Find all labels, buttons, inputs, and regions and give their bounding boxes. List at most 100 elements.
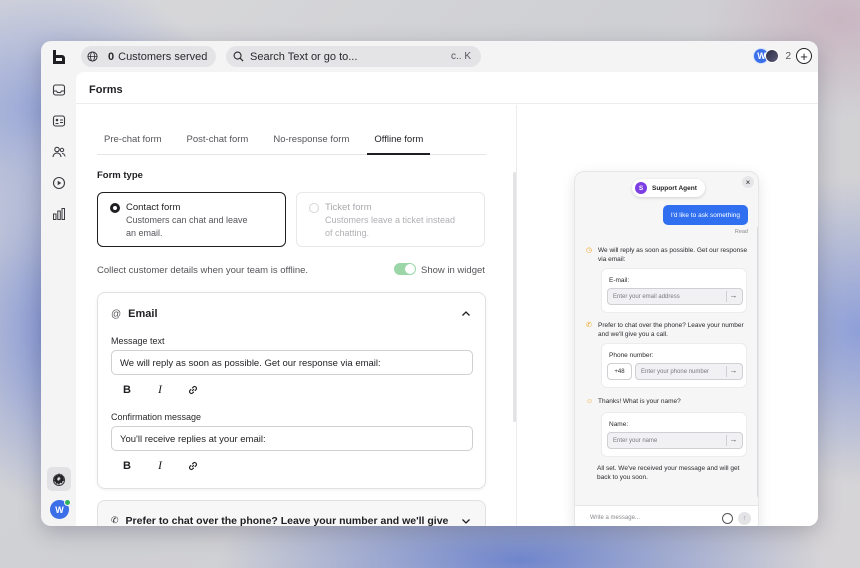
arrow-right-icon[interactable]: →	[726, 435, 740, 446]
add-button[interactable]: +	[796, 48, 812, 64]
read-receipt: Read	[734, 229, 748, 235]
phone-placeholder: Enter your phone number	[641, 369, 710, 375]
ticket-form-desc-1: Customers leave a ticket instead	[325, 215, 456, 225]
customers-served-pill[interactable]: 0 Customers served	[81, 46, 216, 67]
ticket-form-title: Ticket form	[325, 202, 372, 213]
name-label: Name:	[609, 421, 629, 428]
close-icon[interactable]: ×	[742, 176, 754, 188]
link-icon[interactable]	[187, 384, 199, 396]
agent-name: Support Agent	[652, 184, 697, 192]
bot-name-text: Thanks! What is your name?	[598, 398, 681, 405]
chat-widget-preview: S Support Agent × I'd like to ask someth…	[574, 171, 759, 526]
email-label: E-mail:	[609, 277, 630, 284]
message-text-label: Message text	[111, 336, 165, 346]
widget-email-input[interactable]: Enter your email address →	[607, 288, 743, 305]
bot-email-message: ◷ We will reply as soon as possible. Get…	[586, 247, 751, 264]
ticket-form-radio[interactable]	[309, 203, 319, 213]
contact-form-radio[interactable]	[110, 203, 120, 213]
bot-phone-text: Prefer to chat over the phone? Leave you…	[598, 322, 744, 338]
name-capture-card: Name: Enter your name →	[601, 412, 747, 457]
widget-scrollbar[interactable]	[757, 227, 758, 497]
send-button[interactable]: ↑	[738, 512, 751, 525]
email-placeholder: Enter your email address	[613, 294, 680, 300]
tab-no-response-form[interactable]: No-response form	[266, 134, 356, 155]
email-section-header[interactable]: @ Email	[111, 308, 158, 320]
link-icon[interactable]	[187, 460, 199, 472]
email-section-title: Email	[128, 308, 158, 320]
emoji-icon[interactable]	[722, 513, 733, 524]
all-set-message: All set. We've received your message and…	[597, 465, 740, 481]
app-window: 0 Customers served Search Text or go to.…	[41, 41, 818, 526]
arrow-right-icon[interactable]: →	[726, 291, 740, 302]
brand-logo-icon[interactable]	[51, 49, 67, 65]
account-avatar-initial: W	[55, 504, 64, 515]
help-icon[interactable]	[52, 473, 66, 487]
phone-icon: ✆	[111, 515, 119, 525]
chevron-up-icon[interactable]	[461, 309, 471, 319]
served-label: Customers served	[118, 50, 208, 63]
widget-name-input[interactable]: Enter your name →	[607, 432, 743, 449]
message-format-toolbar: B I	[121, 382, 199, 397]
contact-form-desc-2: an email.	[126, 228, 163, 238]
contact-form-desc-1: Customers can chat and leave	[126, 215, 248, 225]
confirmation-message-label: Confirmation message	[111, 412, 202, 422]
country-code-select[interactable]: +48	[607, 363, 632, 380]
tab-offline-form[interactable]: Offline form	[367, 134, 431, 155]
top-bar: 0 Customers served Search Text or go to.…	[41, 41, 818, 72]
widget-phone-input[interactable]: Enter your phone number →	[635, 363, 743, 380]
show-in-widget-toggle[interactable]	[394, 263, 416, 275]
user-message-bubble: I'd like to ask something	[662, 205, 748, 225]
phone-section-card[interactable]: ✆ Prefer to chat over the phone? Leave y…	[97, 500, 486, 526]
contact-form-option[interactable]: Contact form Customers can chat and leav…	[97, 192, 286, 247]
online-status-dot	[64, 499, 71, 506]
search-icon	[233, 51, 244, 62]
ticket-form-option[interactable]: Ticket form Customers leave a ticket ins…	[296, 192, 485, 247]
agent-chip: S Support Agent	[632, 179, 705, 197]
confirmation-message-input[interactable]: You'll receive replies at your email:	[111, 426, 473, 451]
tab-post-chat-form[interactable]: Post-chat form	[180, 134, 256, 155]
bot-phone-message: ✆ Prefer to chat over the phone? Leave y…	[586, 322, 751, 339]
teammate-avatar[interactable]	[765, 49, 780, 63]
sidebar: W	[41, 72, 76, 526]
contact-card-icon[interactable]	[52, 114, 66, 128]
bot-name-message: ☺ Thanks! What is your name?	[586, 398, 751, 407]
arrow-right-icon[interactable]: →	[726, 366, 740, 377]
ticket-form-desc-2: of chatting.	[325, 228, 370, 238]
served-count: 0	[108, 50, 115, 63]
search-shortcut: c.. K	[450, 51, 471, 62]
email-capture-card: E-mail: Enter your email address →	[601, 268, 747, 313]
bold-button[interactable]: B	[121, 460, 133, 472]
users-icon[interactable]	[52, 145, 66, 159]
page-title: Forms	[76, 72, 818, 104]
bar-chart-icon[interactable]	[52, 207, 66, 221]
account-avatar[interactable]: W	[50, 499, 71, 519]
collect-details-text: Collect customer details when your team …	[97, 265, 309, 276]
toggle-knob	[405, 264, 415, 274]
form-tabs: Pre-chat form Post-chat form No-response…	[97, 134, 486, 155]
phone-section-header: ✆ Prefer to chat over the phone? Leave y…	[111, 515, 448, 526]
tab-pre-chat-form[interactable]: Pre-chat form	[97, 134, 169, 155]
agent-avatar: S	[635, 182, 647, 194]
search-placeholder: Search Text or go to...	[250, 50, 358, 63]
phone-icon: ✆	[586, 322, 592, 329]
globe-icon	[87, 51, 98, 62]
contact-form-title: Contact form	[126, 202, 181, 213]
inbox-icon[interactable]	[52, 83, 66, 97]
main-panel: Forms Pre-chat form Post-chat form No-re…	[76, 72, 818, 526]
phone-capture-card: Phone number: +48 Enter your phone numbe…	[601, 343, 747, 388]
message-composer[interactable]: Write a message... ↑	[575, 505, 758, 526]
bold-button[interactable]: B	[121, 384, 133, 396]
search-input[interactable]: Search Text or go to... c.. K	[226, 46, 481, 67]
show-in-widget-label: Show in widget	[421, 265, 485, 276]
name-placeholder: Enter your name	[613, 438, 658, 444]
confirmation-format-toolbar: B I	[121, 458, 199, 473]
italic-button[interactable]: I	[154, 458, 166, 473]
phone-label: Phone number:	[609, 352, 654, 359]
play-circle-icon[interactable]	[52, 176, 66, 190]
composer-placeholder: Write a message...	[590, 515, 640, 521]
italic-button[interactable]: I	[154, 382, 166, 397]
clock-icon: ◷	[586, 247, 593, 254]
person-icon: ☺	[586, 398, 594, 405]
message-text-input[interactable]: We will reply as soon as possible. Get o…	[111, 350, 473, 375]
chevron-down-icon[interactable]	[461, 516, 471, 526]
